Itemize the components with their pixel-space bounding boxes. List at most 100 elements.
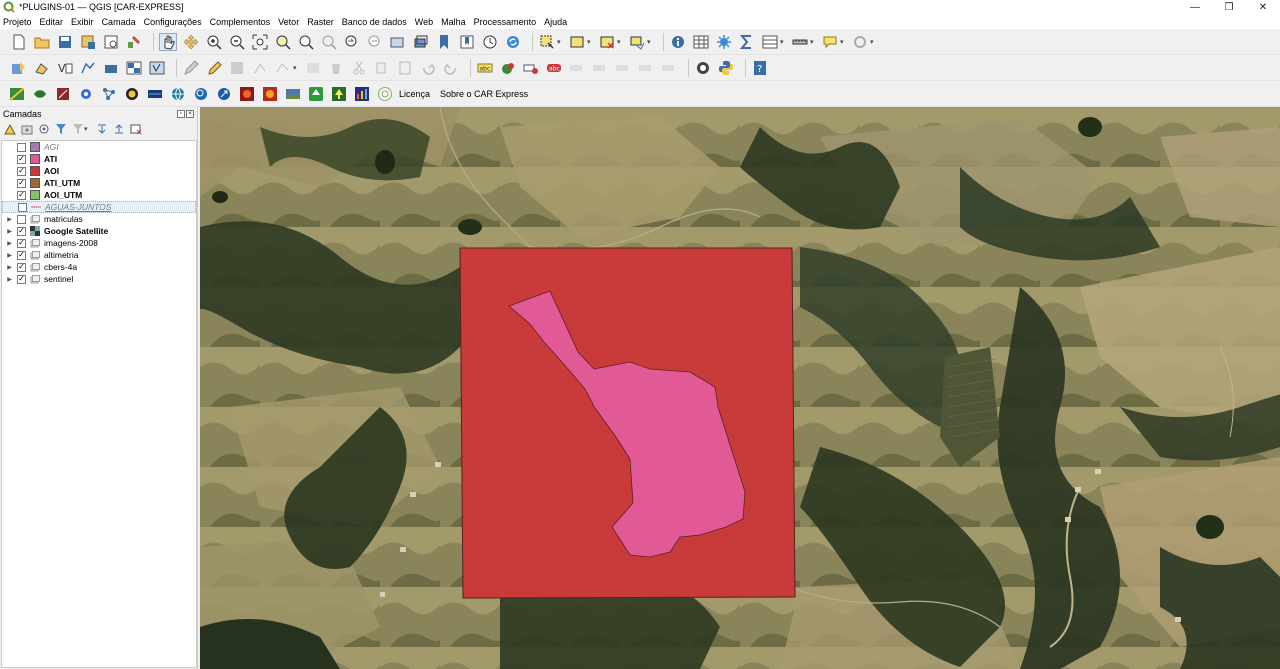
layer-styling-icon[interactable]	[3, 122, 17, 136]
layer-row[interactable]: ▶ ✓ altimetria	[2, 249, 196, 261]
layer-row[interactable]: ✓ AOI_UTM	[2, 189, 196, 201]
leaf-plugin-icon[interactable]	[31, 85, 49, 103]
close-button[interactable]: ✕	[1246, 0, 1280, 14]
zoom-full-icon[interactable]	[251, 33, 269, 51]
select-by-expression-icon[interactable]	[628, 33, 646, 51]
chevron-down-icon[interactable]: ▾	[870, 33, 876, 51]
chevron-right-icon[interactable]: ▶	[5, 240, 14, 247]
add-shapefile-icon[interactable]	[148, 59, 166, 77]
save-as-icon[interactable]	[79, 33, 97, 51]
chevron-down-icon[interactable]: ▾	[810, 33, 816, 51]
plugin-sun-icon[interactable]	[123, 85, 141, 103]
temporal-controller-icon[interactable]	[481, 33, 499, 51]
identify-icon[interactable]	[669, 33, 687, 51]
save-project-icon[interactable]	[56, 33, 74, 51]
layer-row[interactable]: ✓ AOI	[2, 165, 196, 177]
label-properties-icon[interactable]	[637, 59, 655, 77]
measure-line-icon[interactable]	[791, 33, 809, 51]
menu-raster[interactable]: Raster	[307, 17, 334, 27]
add-wms-icon[interactable]	[102, 59, 120, 77]
bookmark-icon[interactable]	[435, 33, 453, 51]
zoom-next-icon[interactable]	[366, 33, 384, 51]
menu-configuracoes[interactable]: Configurações	[144, 17, 202, 27]
save-edits-icon[interactable]	[228, 59, 246, 77]
paste-features-icon[interactable]	[396, 59, 414, 77]
minimize-button[interactable]: —	[1178, 0, 1212, 14]
label-diagram-icon[interactable]	[499, 59, 517, 77]
layer-row[interactable]: ▶ ✓ Google Satellite	[2, 225, 196, 237]
field-calculator-icon[interactable]	[715, 33, 733, 51]
chevron-down-icon[interactable]: ▾	[293, 59, 299, 77]
change-label-icon[interactable]	[614, 59, 632, 77]
zoom-native-icon[interactable]	[320, 33, 338, 51]
plugin-globe-icon[interactable]	[169, 85, 187, 103]
identify-features-icon[interactable]	[538, 33, 556, 51]
close-panel-icon[interactable]: ×	[186, 109, 194, 118]
cut-features-icon[interactable]	[350, 59, 368, 77]
select-features-icon[interactable]	[568, 33, 586, 51]
pan-map-icon[interactable]	[159, 32, 177, 51]
chevron-down-icon[interactable]: ▾	[617, 33, 623, 51]
menu-ajuda[interactable]: Ajuda	[544, 17, 567, 27]
layer-row[interactable]: ▶ ✓ sentinel	[2, 273, 196, 285]
layer-visibility-checkbox[interactable]: ✓	[17, 178, 26, 188]
modify-attributes-icon[interactable]	[304, 59, 322, 77]
zoom-to-layer-icon[interactable]	[297, 33, 315, 51]
zoom-last-icon[interactable]	[343, 33, 361, 51]
show-bookmarks-icon[interactable]	[458, 33, 476, 51]
vertex-tool-icon[interactable]	[274, 59, 292, 77]
pan-to-selection-icon[interactable]	[182, 33, 200, 51]
expand-all-icon[interactable]	[95, 122, 109, 136]
chevron-right-icon[interactable]: ▶	[5, 276, 14, 283]
add-feature-icon[interactable]	[251, 59, 269, 77]
zoom-in-icon[interactable]	[205, 33, 223, 51]
chevron-down-icon[interactable]: ▾	[587, 33, 593, 51]
help-icon[interactable]: ?	[751, 59, 769, 77]
layer-row[interactable]: AGI	[2, 141, 196, 153]
chevron-down-icon[interactable]: ▾	[647, 33, 653, 51]
menu-vetor[interactable]: Vetor	[278, 17, 299, 27]
toggle-editing-icon[interactable]	[205, 59, 223, 77]
menu-projeto[interactable]: Projeto	[3, 17, 32, 27]
layer-visibility-checkbox[interactable]: ✓	[17, 238, 26, 248]
edit-pencil-icon[interactable]	[182, 59, 200, 77]
layer-row[interactable]: ✓ ATI_UTM	[2, 177, 196, 189]
open-table-icon[interactable]	[761, 33, 779, 51]
globe-plugin-icon[interactable]	[694, 59, 712, 77]
zoom-out-icon[interactable]	[228, 33, 246, 51]
style-manager-icon[interactable]	[125, 33, 143, 51]
manage-visibility-icon[interactable]	[37, 122, 51, 136]
add-raster-icon[interactable]	[125, 59, 143, 77]
filter-by-expression-icon[interactable]	[71, 122, 85, 136]
undo-icon[interactable]	[419, 59, 437, 77]
plugin-tree-icon[interactable]	[307, 85, 325, 103]
layer-visibility-checkbox[interactable]: ✓	[17, 250, 26, 260]
layer-row[interactable]: ▶ matriculas	[2, 213, 196, 225]
chevron-right-icon[interactable]: ▶	[5, 264, 14, 271]
menu-exibir[interactable]: Exibir	[71, 17, 94, 27]
chevron-down-icon[interactable]: ▾	[84, 120, 90, 138]
layer-visibility-checkbox[interactable]	[17, 142, 26, 152]
plugin-arrow-globe-icon[interactable]	[215, 85, 233, 103]
copy-features-icon[interactable]	[373, 59, 391, 77]
python-console-icon[interactable]	[717, 59, 735, 77]
plugin-satellite-icon[interactable]	[146, 85, 164, 103]
chevron-right-icon[interactable]: ▶	[5, 216, 14, 223]
remove-layer-icon[interactable]	[129, 122, 143, 136]
map-tips-icon[interactable]	[821, 33, 839, 51]
menu-camada[interactable]: Camada	[102, 17, 136, 27]
plugin-fire-icon[interactable]	[238, 85, 256, 103]
layer-visibility-checkbox[interactable]: ✓	[17, 274, 26, 284]
chevron-down-icon[interactable]: ▾	[840, 33, 846, 51]
chevron-right-icon[interactable]: ▶	[5, 228, 14, 235]
add-vector-icon[interactable]	[33, 59, 51, 77]
plugin-gear-icon[interactable]	[77, 85, 95, 103]
plugin-landscape-icon[interactable]	[284, 85, 302, 103]
new-3d-view-icon[interactable]	[412, 33, 430, 51]
layer-visibility-checkbox[interactable]: ✓	[17, 226, 26, 236]
move-label-icon[interactable]	[568, 59, 586, 77]
layer-visibility-checkbox[interactable]: ✓	[17, 154, 26, 164]
open-project-icon[interactable]	[33, 33, 51, 51]
plugin-red-icon[interactable]	[54, 85, 72, 103]
settings-gear-icon[interactable]	[851, 33, 869, 51]
